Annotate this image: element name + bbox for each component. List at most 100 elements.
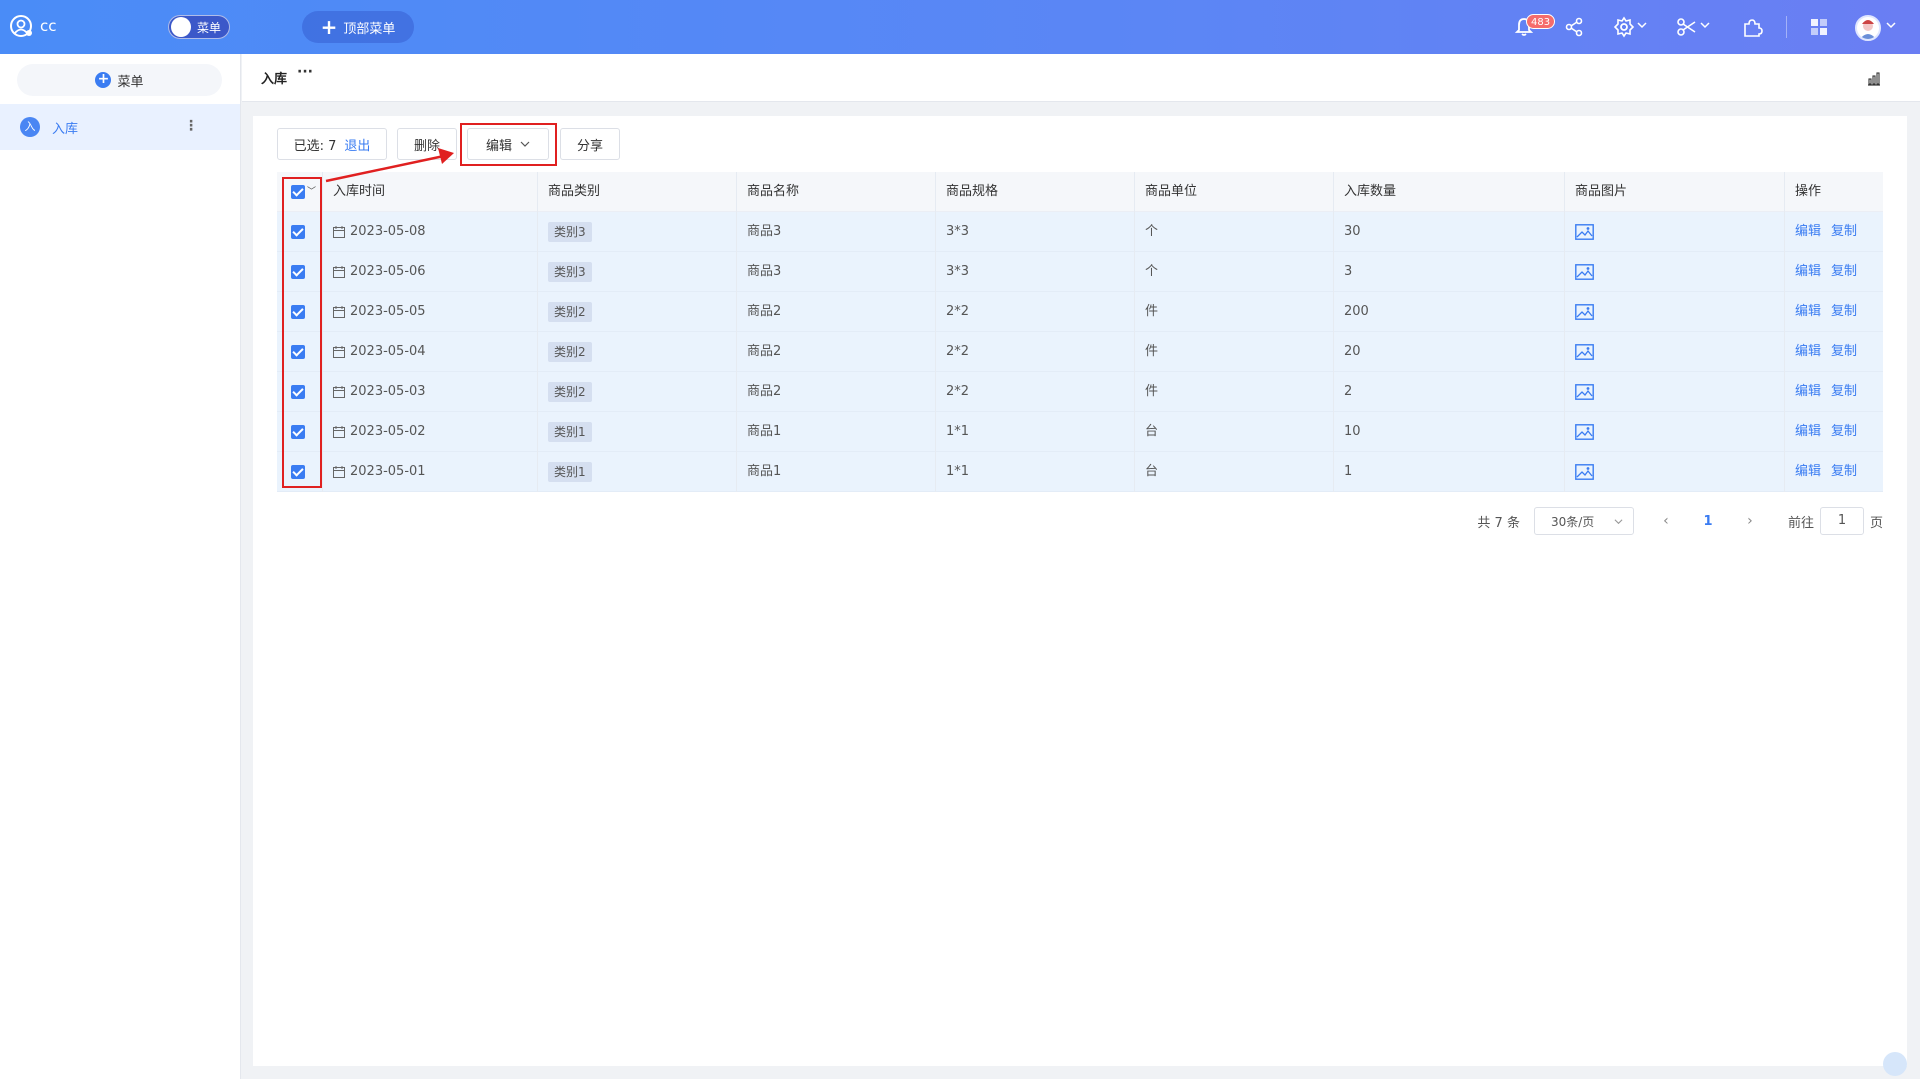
row-copy-link[interactable]: 复制 [1831,212,1857,252]
avatar[interactable] [1855,15,1881,41]
unit-cell: 台 [1135,452,1334,492]
image-icon[interactable] [1575,224,1594,240]
total-count: 共 7 条 [1477,515,1520,531]
logo[interactable]: cc [8,13,57,39]
name-cell: 商品1 [737,452,936,492]
table-row[interactable]: 2023-05-04 类别2 商品2 2*2 件 20 编辑 复制 [277,332,1883,372]
chevron-down-icon[interactable] [1886,20,1896,30]
row-copy-link[interactable]: 复制 [1831,452,1857,492]
image-icon[interactable] [1575,464,1594,480]
row-edit-link[interactable]: 编辑 [1795,292,1821,332]
row-copy-link[interactable]: 复制 [1831,332,1857,372]
floating-help-button[interactable] [1883,1052,1907,1076]
image-cell [1565,252,1785,292]
prev-page-button[interactable]: ‹ [1656,513,1676,529]
row-edit-link[interactable]: 编辑 [1795,252,1821,292]
logo-icon [10,15,32,37]
add-menu-button[interactable]: + 菜单 [17,64,222,96]
row-edit-link[interactable]: 编辑 [1795,212,1821,252]
chevron-down-icon [1614,518,1623,524]
gear-icon[interactable] [1613,16,1635,38]
page-title: 入库 [261,72,288,87]
page-number-current[interactable]: 1 [1698,514,1718,529]
more-vertical-icon[interactable]: ⋮ [184,118,198,134]
image-icon[interactable] [1575,264,1594,280]
avatar-image [1860,20,1876,39]
date-cell: 2023-05-04 [323,332,538,372]
image-icon[interactable] [1575,344,1594,360]
calendar-icon [333,226,345,238]
add-menu-label: 菜单 [117,74,144,90]
annotation-arrow [325,148,454,183]
column-header: 商品名称 [737,172,936,212]
chevron-down-icon[interactable] [1637,20,1647,30]
chevron-down-icon[interactable] [1700,20,1710,30]
calendar-icon [333,386,345,398]
goto-page-input[interactable]: 1 [1819,507,1864,535]
page-header: 入库 ··· [242,54,1920,102]
row-copy-link[interactable]: 复制 [1831,252,1857,292]
quantity-cell: 1 [1334,452,1565,492]
table-row[interactable]: 2023-05-08 类别3 商品3 3*3 个 30 编辑 复制 [277,212,1883,252]
actions-cell: 编辑 复制 [1785,252,1883,292]
table-row[interactable]: 2023-05-05 类别2 商品2 2*2 件 200 编辑 复制 [277,292,1883,332]
quantity-cell: 200 [1334,292,1565,332]
row-edit-link[interactable]: 编辑 [1795,332,1821,372]
main-card: 已选: 7 退出 删除 编辑 分享 ﹀ 入库时间 商品类别 商品名称 商品规格 … [253,116,1907,1066]
row-copy-link[interactable]: 复制 [1831,412,1857,452]
calendar-icon [333,306,345,318]
next-page-button[interactable]: › [1740,513,1760,529]
category-tag: 类别3 [548,222,592,242]
date-value: 2023-05-08 [350,224,426,239]
table-row[interactable]: 2023-05-06 类别3 商品3 3*3 个 3 编辑 复制 [277,252,1883,292]
name-cell: 商品1 [737,412,936,452]
page-size-select[interactable]: 30条/页 [1533,507,1634,535]
date-cell: 2023-05-06 [323,252,538,292]
row-edit-link[interactable]: 编辑 [1795,452,1821,492]
column-header: 商品类别 [538,172,737,212]
apps-grid-icon[interactable] [1808,16,1830,38]
top-menu-button[interactable]: + 顶部菜单 [302,11,414,43]
sidebar-item-inbound[interactable]: 入 入库 ⋮ [0,104,240,150]
puzzle-icon[interactable] [1741,16,1763,38]
image-icon[interactable] [1575,304,1594,320]
row-edit-link[interactable]: 编辑 [1795,412,1821,452]
row-edit-link[interactable]: 编辑 [1795,372,1821,412]
quantity-cell: 30 [1334,212,1565,252]
checkbox-column-highlight [282,177,322,488]
actions-cell: 编辑 复制 [1785,212,1883,252]
table-row[interactable]: 2023-05-03 类别2 商品2 2*2 件 2 编辑 复制 [277,372,1883,412]
share-button[interactable]: 分享 [560,128,620,160]
category-cell: 类别2 [538,332,737,372]
divider [1786,16,1787,38]
share-icon[interactable] [1563,16,1585,38]
actions-cell: 编辑 复制 [1785,332,1883,372]
date-value: 2023-05-02 [350,424,426,439]
chart-icon[interactable] [1866,71,1882,87]
switch-label: 菜单 [197,20,222,35]
edit-button-highlight [460,123,557,166]
scissors-icon[interactable] [1676,16,1698,38]
table-row[interactable]: 2023-05-01 类别1 商品1 1*1 台 1 编辑 复制 [277,452,1883,492]
row-copy-link[interactable]: 复制 [1831,292,1857,332]
calendar-icon [333,426,345,438]
date-cell: 2023-05-02 [323,412,538,452]
image-cell [1565,452,1785,492]
column-header: 入库数量 [1334,172,1565,212]
menu-toggle-switch[interactable]: 菜单 [168,15,230,39]
name-cell: 商品3 [737,212,936,252]
table-row[interactable]: 2023-05-02 类别1 商品1 1*1 台 10 编辑 复制 [277,412,1883,452]
unit-cell: 台 [1135,412,1334,452]
column-header: 操作 [1795,184,1822,199]
pagination: 共 7 条 30条/页 ‹ 1 › 前往 1 页 [1477,506,1883,536]
date-cell: 2023-05-03 [323,372,538,412]
unit-cell: 个 [1135,212,1334,252]
image-icon[interactable] [1575,424,1594,440]
page-more-button[interactable]: ··· [297,64,313,80]
name-cell: 商品2 [737,372,936,412]
image-icon[interactable] [1575,384,1594,400]
row-copy-link[interactable]: 复制 [1831,372,1857,412]
actions-cell: 编辑 复制 [1785,372,1883,412]
actions-cell: 编辑 复制 [1785,412,1883,452]
column-header: 商品规格 [936,172,1135,212]
